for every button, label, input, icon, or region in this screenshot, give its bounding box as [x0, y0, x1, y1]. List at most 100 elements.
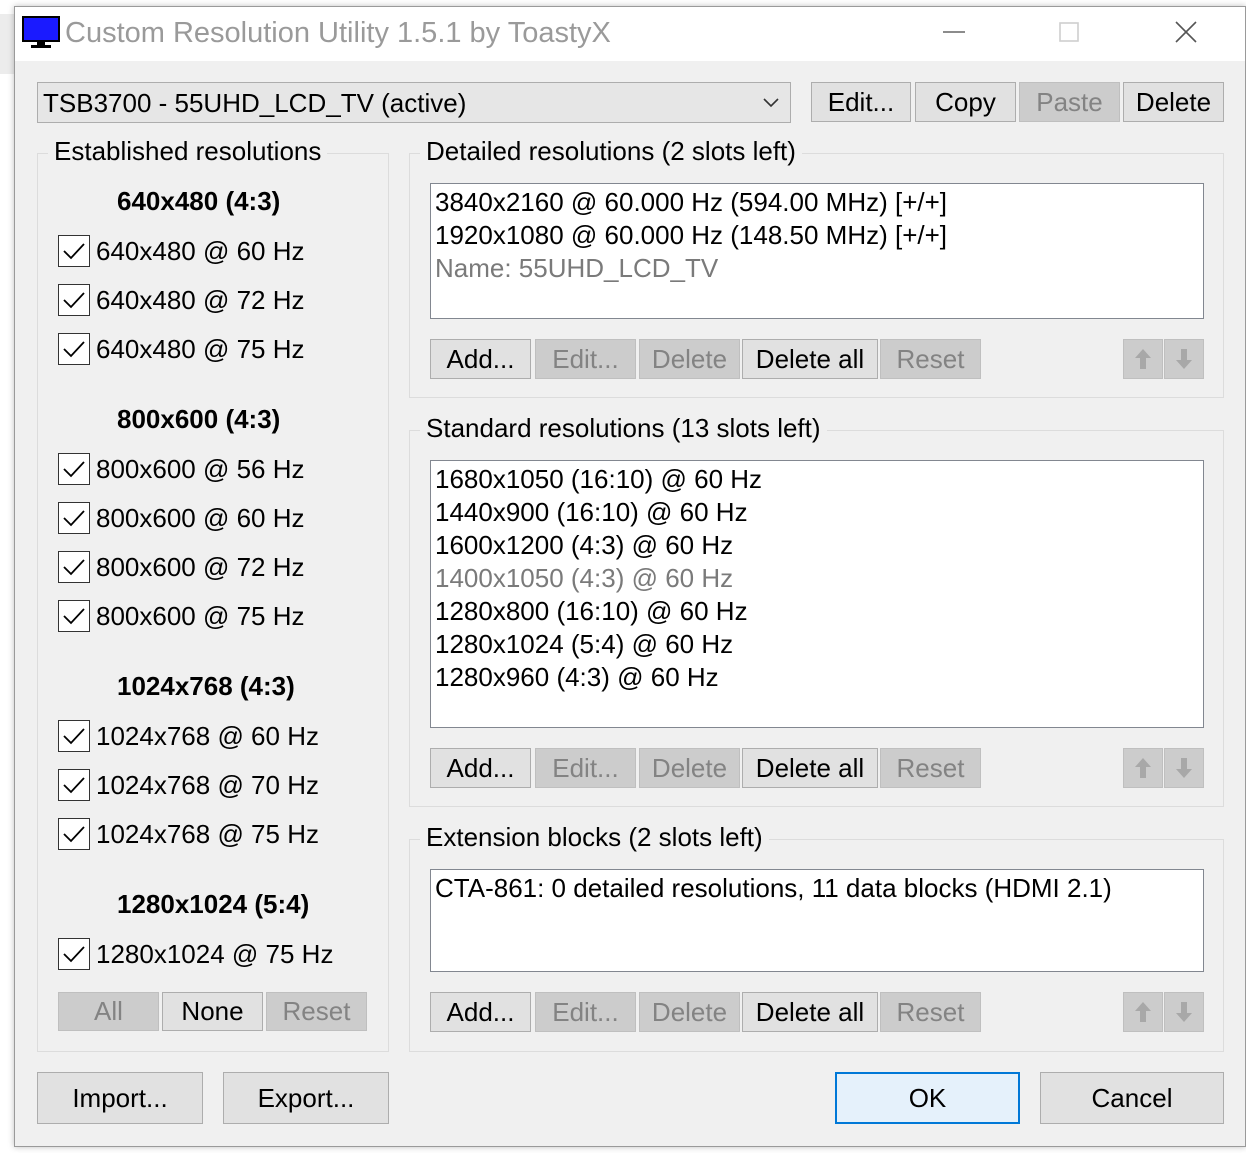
select-all-button[interactable]: All — [58, 992, 159, 1031]
list-item[interactable]: 1680x1050 (16:10) @ 60 Hz — [435, 463, 1199, 496]
move-down-button[interactable] — [1164, 339, 1204, 379]
maximize-button — [1034, 7, 1104, 57]
checkbox[interactable] — [58, 769, 90, 801]
checkmark-icon — [63, 946, 85, 963]
standard-add-button[interactable]: Add... — [430, 748, 531, 788]
extension-blocks-group: Extension blocks (2 slots left) CTA-861:… — [409, 822, 1224, 1052]
extension-add-button[interactable]: Add... — [430, 992, 531, 1032]
move-down-button[interactable] — [1164, 748, 1204, 788]
ok-button[interactable]: OK — [835, 1072, 1020, 1124]
established-item[interactable]: 640x480 @ 60 Hz — [58, 233, 305, 269]
list-item[interactable]: CTA-861: 0 detailed resolutions, 11 data… — [435, 872, 1199, 905]
list-item[interactable]: 1600x1200 (4:3) @ 60 Hz — [435, 529, 1199, 562]
standard-delete-all-button[interactable]: Delete all — [742, 748, 878, 788]
detailed-delete-all-button[interactable]: Delete all — [742, 339, 878, 379]
list-item[interactable]: Name: 55UHD_LCD_TV — [435, 252, 1199, 285]
standard-resolutions-list[interactable]: 1680x1050 (16:10) @ 60 Hz 1440x900 (16:1… — [430, 460, 1204, 728]
established-item-label: 640x480 @ 60 Hz — [96, 235, 305, 266]
display-select-value: TSB3700 - 55UHD_LCD_TV (active) — [43, 88, 467, 118]
established-item[interactable]: 800x600 @ 60 Hz — [58, 500, 305, 536]
established-group-heading: 1280x1024 (5:4) — [117, 889, 310, 919]
delete-display-button[interactable]: Delete — [1123, 82, 1224, 122]
detailed-reset-button[interactable]: Reset — [880, 339, 981, 379]
checkbox[interactable] — [58, 720, 90, 752]
import-button[interactable]: Import... — [37, 1072, 203, 1124]
arrow-down-icon — [1176, 1002, 1192, 1022]
standard-delete-button[interactable]: Delete — [639, 748, 740, 788]
detailed-delete-button[interactable]: Delete — [639, 339, 740, 379]
move-up-button[interactable] — [1123, 748, 1163, 788]
extension-edit-button[interactable]: Edit... — [535, 992, 636, 1032]
standard-reset-button[interactable]: Reset — [880, 748, 981, 788]
list-item[interactable]: 1280x1024 (5:4) @ 60 Hz — [435, 628, 1199, 661]
extension-delete-button[interactable]: Delete — [639, 992, 740, 1032]
established-item[interactable]: 1024x768 @ 60 Hz — [58, 718, 319, 754]
title-bar[interactable]: Custom Resolution Utility 1.5.1 by Toast… — [15, 7, 1245, 61]
cancel-button[interactable]: Cancel — [1040, 1072, 1224, 1124]
display-select[interactable]: TSB3700 - 55UHD_LCD_TV (active) — [37, 82, 791, 123]
established-item-label: 1024x768 @ 70 Hz — [96, 769, 319, 800]
established-group-heading: 800x600 (4:3) — [117, 404, 281, 434]
extension-reset-button[interactable]: Reset — [880, 992, 981, 1032]
extension-delete-all-button[interactable]: Delete all — [742, 992, 878, 1032]
paste-button[interactable]: Paste — [1019, 82, 1120, 122]
list-item[interactable]: 1280x960 (4:3) @ 60 Hz — [435, 661, 1199, 694]
checkbox[interactable] — [58, 235, 90, 267]
established-item[interactable]: 800x600 @ 75 Hz — [58, 598, 305, 634]
arrow-up-icon — [1135, 349, 1151, 369]
checkbox[interactable] — [58, 502, 90, 534]
background-window-edge — [0, 14, 14, 74]
checkbox[interactable] — [58, 600, 90, 632]
minimize-button[interactable] — [919, 7, 989, 57]
established-item[interactable]: 640x480 @ 75 Hz — [58, 331, 305, 367]
monitor-icon — [22, 16, 60, 48]
move-down-button[interactable] — [1164, 992, 1204, 1032]
list-item[interactable]: 1440x900 (16:10) @ 60 Hz — [435, 496, 1199, 529]
arrow-up-icon — [1135, 758, 1151, 778]
cru-window: Custom Resolution Utility 1.5.1 by Toast… — [14, 6, 1246, 1147]
detailed-add-button[interactable]: Add... — [430, 339, 531, 379]
established-item-label: 800x600 @ 56 Hz — [96, 453, 305, 484]
list-item[interactable]: 3840x2160 @ 60.000 Hz (594.00 MHz) [+/+] — [435, 186, 1199, 219]
established-item[interactable]: 1024x768 @ 75 Hz — [58, 816, 319, 852]
list-item[interactable]: 1280x800 (16:10) @ 60 Hz — [435, 595, 1199, 628]
checkmark-icon — [63, 292, 85, 309]
list-item[interactable]: 1400x1050 (4:3) @ 60 Hz — [435, 562, 1199, 595]
move-up-button[interactable] — [1123, 992, 1163, 1032]
checkbox[interactable] — [58, 938, 90, 970]
checkmark-icon — [63, 461, 85, 478]
move-up-button[interactable] — [1123, 339, 1163, 379]
established-reset-button[interactable]: Reset — [266, 992, 367, 1031]
checkmark-icon — [63, 243, 85, 260]
standard-resolutions-group: Standard resolutions (13 slots left) 168… — [409, 413, 1224, 807]
minimize-icon — [943, 31, 965, 33]
export-button[interactable]: Export... — [223, 1072, 389, 1124]
established-item[interactable]: 640x480 @ 72 Hz — [58, 282, 305, 318]
extension-blocks-list[interactable]: CTA-861: 0 detailed resolutions, 11 data… — [430, 869, 1204, 972]
arrow-up-icon — [1135, 1002, 1151, 1022]
checkbox[interactable] — [58, 818, 90, 850]
checkbox[interactable] — [58, 453, 90, 485]
checkbox[interactable] — [58, 284, 90, 316]
established-item-label: 800x600 @ 60 Hz — [96, 502, 305, 533]
copy-button[interactable]: Copy — [915, 82, 1016, 122]
established-item-label: 800x600 @ 72 Hz — [96, 551, 305, 582]
established-item[interactable]: 800x600 @ 56 Hz — [58, 451, 305, 487]
select-none-button[interactable]: None — [162, 992, 263, 1031]
established-item[interactable]: 800x600 @ 72 Hz — [58, 549, 305, 585]
list-item[interactable]: 1920x1080 @ 60.000 Hz (148.50 MHz) [+/+] — [435, 219, 1199, 252]
established-item-label: 1280x1024 @ 75 Hz — [96, 938, 334, 969]
standard-edit-button[interactable]: Edit... — [535, 748, 636, 788]
checkbox[interactable] — [58, 551, 90, 583]
close-button[interactable] — [1151, 7, 1221, 57]
established-item[interactable]: 1280x1024 @ 75 Hz — [58, 936, 333, 972]
detailed-resolutions-list[interactable]: 3840x2160 @ 60.000 Hz (594.00 MHz) [+/+]… — [430, 183, 1204, 319]
extension-blocks-title: Extension blocks (2 slots left) — [420, 822, 769, 853]
established-item[interactable]: 1024x768 @ 70 Hz — [58, 767, 319, 803]
checkbox[interactable] — [58, 333, 90, 365]
checkmark-icon — [63, 510, 85, 527]
established-item-label: 1024x768 @ 60 Hz — [96, 720, 319, 751]
standard-resolutions-title: Standard resolutions (13 slots left) — [420, 413, 827, 444]
detailed-edit-button[interactable]: Edit... — [535, 339, 636, 379]
edit-display-button[interactable]: Edit... — [811, 82, 911, 122]
